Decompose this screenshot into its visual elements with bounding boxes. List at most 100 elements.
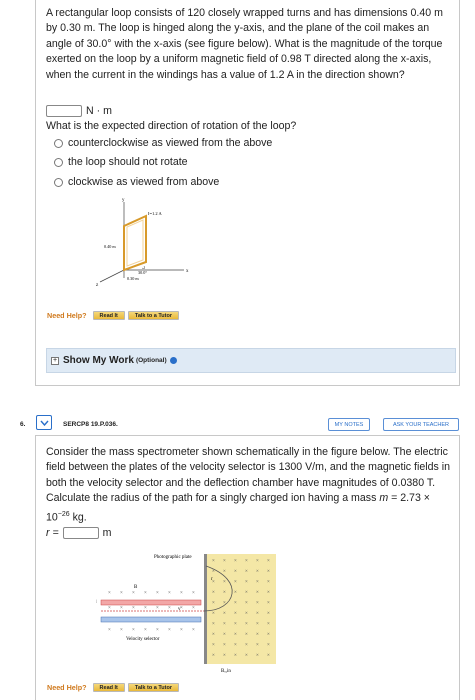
field-x-mark: ×	[267, 580, 270, 585]
question-number: 6.	[20, 421, 26, 428]
loop-figure: y x z I=1.2 A 0.40 m 30.0° 0.30 m	[96, 198, 189, 288]
field-x-mark: ×	[108, 591, 111, 596]
field-x-mark: ×	[223, 570, 226, 575]
field-x-mark: ×	[120, 628, 123, 633]
field-x-mark: ×	[156, 628, 159, 633]
height-label: 0.40 m	[104, 244, 116, 249]
answer-row: N · m	[46, 104, 112, 118]
field-x-mark: ×	[234, 643, 237, 648]
field-x-mark: ×	[192, 591, 195, 596]
z-axis-label: z	[96, 283, 99, 288]
field-x-mark: ×	[108, 606, 111, 611]
field-x-mark: ×	[256, 591, 259, 596]
mass-variable: m	[379, 492, 389, 505]
field-x-mark: ×	[234, 633, 237, 638]
question-text: A rectangular loop consists of 120 close…	[46, 7, 443, 81]
field-x-mark: ×	[256, 580, 259, 585]
collapse-toggle[interactable]	[36, 415, 52, 430]
field-x-mark: ×	[223, 633, 226, 638]
help-row: Need Help? Read It Talk to a Tutor	[47, 683, 182, 692]
field-x-mark: ×	[234, 654, 237, 659]
field-x-mark: ×	[245, 633, 248, 638]
field-x-mark: ×	[223, 559, 226, 564]
radio-icon[interactable]	[54, 157, 63, 167]
read-it-button[interactable]: Read It	[92, 683, 125, 692]
field-x-mark: ×	[234, 622, 237, 627]
option-label: counterclockwise as viewed from the abov…	[68, 137, 273, 149]
field-x-mark: ×	[192, 606, 195, 611]
ask-teacher-button[interactable]: ASK YOUR TEACHER	[383, 418, 459, 431]
field-x-mark: ×	[223, 612, 226, 617]
field-x-mark: ×	[168, 628, 171, 633]
torque-answer-input[interactable]	[46, 105, 82, 117]
field-x-mark: ×	[234, 591, 237, 596]
field-x-mark: ×	[267, 601, 270, 606]
field-x-mark: ×	[245, 622, 248, 627]
read-it-button[interactable]: Read It	[92, 311, 125, 320]
field-x-mark: ×	[212, 654, 215, 659]
option-no-rotation[interactable]: the loop should not rotate	[54, 156, 188, 168]
field-x-mark: ×	[267, 643, 270, 648]
question-text-part: kg.	[69, 511, 87, 524]
field-x-mark: ×	[256, 633, 259, 638]
field-x-mark: ×	[234, 559, 237, 564]
option-clockwise[interactable]: clockwise as viewed from above	[54, 176, 219, 188]
field-x-mark: ×	[245, 654, 248, 659]
field-x-mark: ×	[267, 612, 270, 617]
plate-label: Photographic plate	[154, 555, 192, 560]
field-x-mark: ×	[223, 591, 226, 596]
radius-answer-row: r = m	[46, 527, 112, 539]
field-x-mark: ×	[223, 580, 226, 585]
field-x-mark: ×	[256, 654, 259, 659]
field-x-mark: ×	[256, 570, 259, 575]
field-x-mark: ×	[212, 622, 215, 627]
field-x-mark: ×	[168, 591, 171, 596]
exponent: −26	[57, 510, 70, 518]
field-x-mark: ×	[234, 601, 237, 606]
talk-to-tutor-button[interactable]: Talk to a Tutor	[127, 683, 179, 692]
show-my-work-title: Show My Work	[63, 355, 134, 366]
help-row: Need Help? Read It Talk to a Tutor	[47, 311, 182, 320]
my-notes-button[interactable]: MY NOTES	[328, 418, 370, 431]
field-x-mark: ×	[234, 612, 237, 617]
width-label: 0.30 m	[127, 276, 139, 281]
question-text: Consider the mass spectrometer shown sch…	[46, 445, 456, 526]
field-x-mark: ×	[267, 591, 270, 596]
option-label: clockwise as viewed from above	[68, 176, 220, 188]
show-my-work-bar[interactable]: + Show My Work (Optional)	[46, 348, 456, 373]
info-icon[interactable]	[169, 357, 177, 364]
y-axis-label: y	[122, 198, 125, 203]
field-x-mark: ×	[256, 559, 259, 564]
field-x-mark: ×	[144, 628, 147, 633]
field-x-mark: ×	[132, 628, 135, 633]
field-x-mark: ×	[212, 559, 215, 564]
field-x-mark: ×	[245, 643, 248, 648]
option-counterclockwise[interactable]: counterclockwise as viewed from the abov…	[54, 137, 272, 149]
field-x-mark: ×	[245, 612, 248, 617]
expand-icon[interactable]: +	[51, 356, 59, 365]
answer-unit: N · m	[86, 105, 112, 117]
q-label: q	[96, 599, 97, 604]
need-help-label: Need Help?	[47, 311, 87, 320]
field-x-mark: ×	[234, 570, 237, 575]
field-x-mark: ×	[180, 628, 183, 633]
field-x-mark: ×	[267, 559, 270, 564]
angle-label: 30.0°	[138, 270, 147, 275]
chevron-down-icon	[39, 420, 49, 426]
field-x-mark: ×	[256, 601, 259, 606]
field-x-mark: ×	[120, 606, 123, 611]
field-x-mark: ×	[267, 570, 270, 575]
field-x-mark: ×	[192, 628, 195, 633]
radio-icon[interactable]	[54, 138, 63, 148]
radius-answer-input[interactable]	[62, 527, 99, 539]
field-x-mark: ×	[245, 591, 248, 596]
sub-question-text: What is the expected direction of rotati…	[46, 120, 297, 132]
radio-icon[interactable]	[54, 177, 63, 187]
field-x-mark: ×	[245, 570, 248, 575]
field-x-mark: ×	[132, 591, 135, 596]
velocity-selector-label: Velocity selector	[126, 637, 160, 642]
field-x-mark: ×	[267, 622, 270, 627]
field-x-mark: ×	[168, 606, 171, 611]
field-x-mark: ×	[223, 622, 226, 627]
talk-to-tutor-button[interactable]: Talk to a Tutor	[127, 311, 179, 320]
